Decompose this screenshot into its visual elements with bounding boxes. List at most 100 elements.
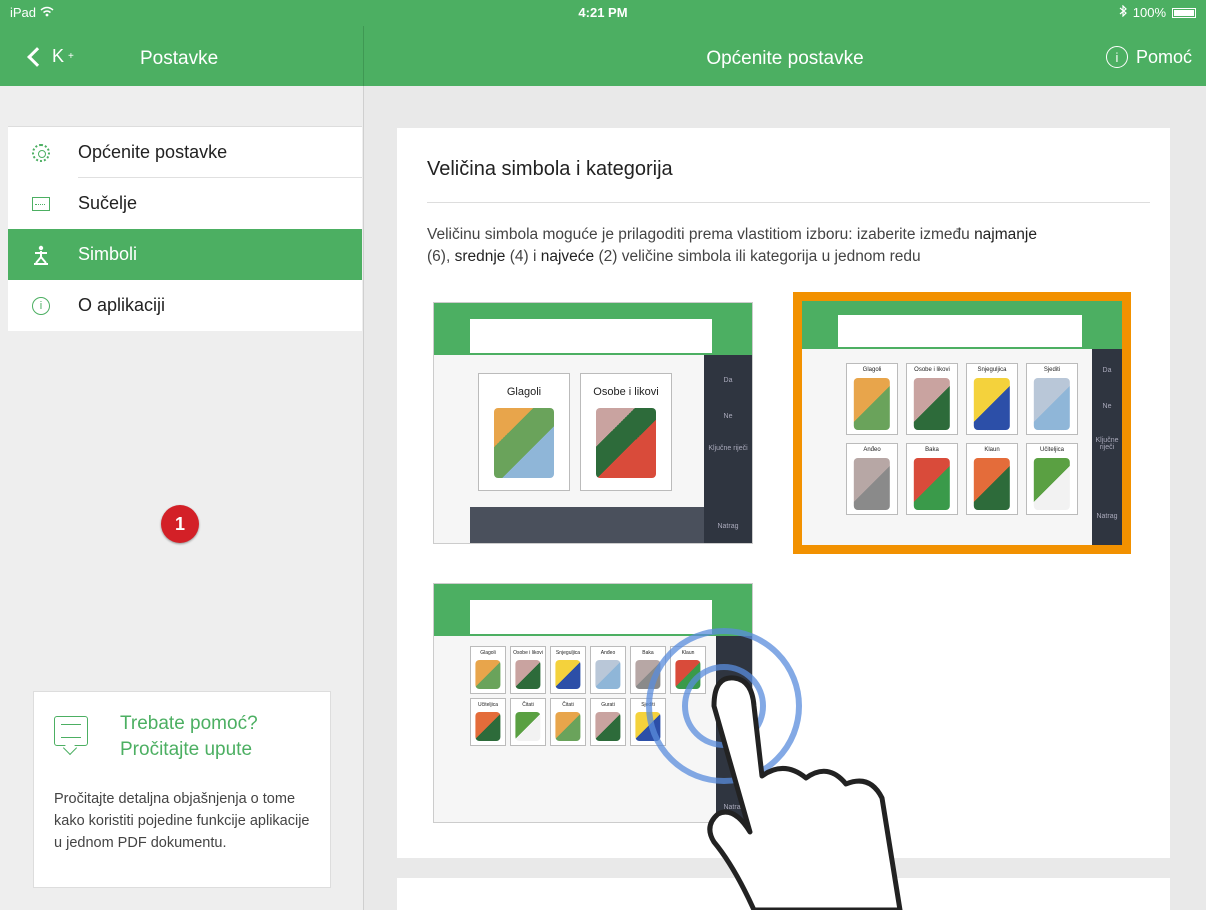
symbol-tile: Baka	[906, 443, 958, 515]
side-label: Da	[1102, 367, 1112, 374]
hand-pointer-icon	[707, 675, 903, 910]
clock: 4:21 PM	[578, 5, 628, 20]
preview-side-panel: Da Ne Ključne riječi Natrag	[704, 355, 752, 543]
pictogram	[1033, 458, 1071, 510]
back-button[interactable]: K +	[27, 46, 74, 67]
symbol-tile: Učiteljica	[470, 698, 506, 746]
symbols-icon	[34, 245, 48, 265]
gear-icon	[32, 143, 50, 162]
pictogram	[515, 712, 541, 741]
settings-title: Postavke	[140, 48, 219, 69]
tile-label: Čitati	[562, 702, 574, 708]
preview-toolbar	[802, 313, 1122, 349]
side-label: Ne	[723, 413, 733, 420]
detail-nav: Općenite postavke i Pomoć	[364, 26, 1206, 86]
side-label: Ne	[1102, 403, 1112, 410]
tile-label: Osobe i likovi	[513, 650, 543, 656]
document-icon	[54, 716, 88, 746]
desc-text: Veličinu simbola moguće je prilagoditi p…	[427, 226, 975, 243]
preview-pager	[470, 507, 704, 543]
desc-bold: najmanje	[974, 226, 1037, 243]
sidebar-item-about[interactable]: i O aplikaciji	[8, 280, 362, 331]
symbol-tile: Čitati	[550, 698, 586, 746]
sidebar: Općenite postavke Sučelje Simboli i O ap…	[0, 86, 363, 910]
preview-text-field	[470, 600, 712, 634]
section-description: Veličinu simbola moguće je prilagoditi p…	[427, 224, 1127, 268]
tile-verbs: Glagoli	[478, 373, 570, 491]
tile-label: Klaun	[984, 447, 1000, 453]
tile-label: Glagoli	[480, 650, 496, 656]
symbol-tile: Gurati	[590, 698, 626, 746]
preview-status-bar	[802, 301, 1122, 313]
help-button[interactable]: i Pomoć	[1105, 46, 1192, 68]
preview-medium-size[interactable]: Da Ne Ključne riječi Natrag Glagoli Osobe…	[793, 292, 1131, 554]
settings-nav: K + Postavke	[0, 26, 363, 86]
sidebar-item-label: Simboli	[78, 244, 138, 264]
symbol-tile: Glagoli	[846, 363, 898, 435]
pictogram	[475, 660, 501, 689]
divider	[427, 202, 1150, 203]
help-title-line2: Pročitajte upute	[120, 739, 253, 760]
tile-label: Učiteljica	[477, 702, 498, 708]
sidebar-item-label: Sučelje	[78, 193, 138, 213]
tile-label: Glagoli	[862, 367, 882, 373]
info-icon: i	[32, 296, 50, 315]
battery-icon	[1172, 7, 1196, 18]
pictogram	[494, 408, 554, 478]
help-card[interactable]: Trebate pomoć? Pročitajte upute Pročitaj…	[33, 691, 331, 888]
symbol-tile: Učiteljica	[1026, 443, 1078, 515]
tile-label: Sjediti	[1043, 367, 1061, 373]
pictogram	[913, 458, 951, 510]
interface-icon	[32, 196, 50, 211]
battery-status: 100%	[1119, 4, 1196, 20]
preview-text-field	[470, 319, 712, 353]
sidebar-item-interface[interactable]: Sučelje	[8, 178, 362, 229]
desc-bold: najveće	[540, 248, 595, 265]
help-label: Pomoć	[1135, 46, 1192, 67]
symbol-tile: Sjediti	[1026, 363, 1078, 435]
desc-text: (6),	[427, 248, 455, 265]
symbol-tile: Anđeo	[846, 443, 898, 515]
sidebar-item-label: Općenite postavke	[78, 142, 228, 162]
side-label: Natrag	[1096, 513, 1118, 520]
sidebar-item-symbols[interactable]: Simboli	[8, 229, 362, 280]
symbol-tile: Osobe i likovi	[906, 363, 958, 435]
symbol-tile: Glagoli	[470, 646, 506, 694]
side-label: Ključne riječi	[1095, 437, 1119, 451]
preview-status-bar	[434, 303, 752, 317]
back-label: K	[52, 46, 65, 66]
pictogram	[853, 378, 891, 430]
main-content: Veličina simbola i kategorija Veličinu s…	[364, 86, 1206, 910]
pictogram	[595, 712, 621, 741]
preview-status-bar	[434, 584, 752, 598]
pictogram	[973, 458, 1011, 510]
preview-side-panel: Da Ne Ključne riječi Natrag	[1092, 349, 1122, 545]
symbol-tile: Anđeo	[590, 646, 626, 694]
preview-text-field	[838, 315, 1082, 347]
tile-label: Baka	[642, 650, 654, 656]
pictogram	[515, 660, 541, 689]
sidebar-item-general[interactable]: Općenite postavke	[8, 127, 362, 178]
info-icon: i	[1105, 46, 1128, 68]
pictogram	[913, 378, 951, 430]
pictogram	[596, 408, 656, 478]
preview-toolbar	[434, 317, 752, 355]
tile-label: Glagoli	[506, 386, 542, 398]
pictogram	[595, 660, 621, 689]
step-badge: 1	[161, 505, 199, 543]
preview-large-size[interactable]: Da Ne Ključne riječi Natrag Glagoli Osob…	[433, 302, 753, 544]
pictogram	[853, 458, 891, 510]
side-label: Ključne riječi	[708, 445, 748, 452]
help-card-title: Trebate pomoć? Pročitajte upute	[120, 711, 258, 763]
tile-people: Osobe i likovi	[580, 373, 672, 491]
pictogram	[475, 712, 501, 741]
desc-text: (4) i	[505, 248, 541, 265]
help-title-line1: Trebate pomoć?	[120, 713, 258, 734]
symbol-tile: Snjeguljica	[550, 646, 586, 694]
symbol-tile: Snjeguljica	[966, 363, 1018, 435]
tile-label: Baka	[925, 447, 939, 453]
section-title: Veličina simbola i kategorija	[427, 158, 673, 180]
status-bar: iPad 4:21 PM 100%	[0, 0, 1206, 26]
pictogram	[1033, 378, 1071, 430]
side-label: Da	[723, 377, 733, 384]
